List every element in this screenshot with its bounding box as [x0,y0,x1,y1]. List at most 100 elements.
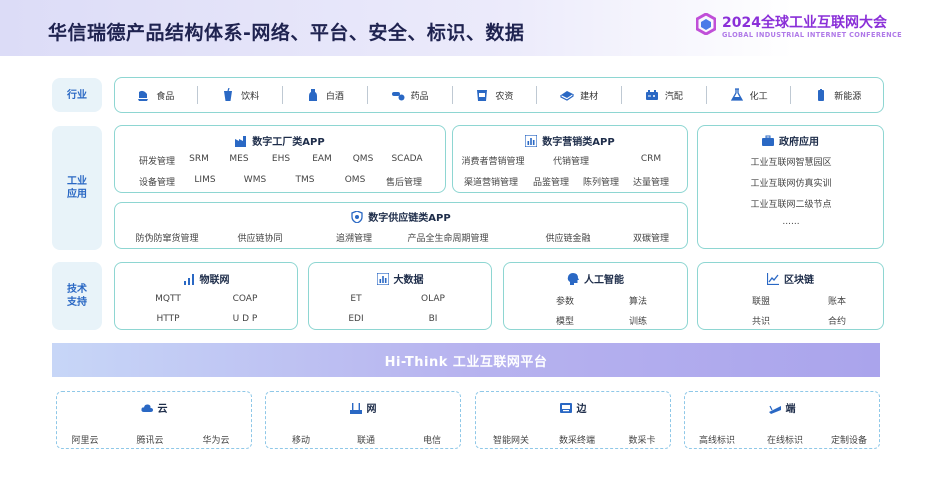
ai-card: 人工智能 参数 算法 模型 训练 [503,262,688,330]
blockchain-card: 区块链 联盟 账本 共识 合约 [697,262,884,330]
tech-cell: EDI [348,314,364,324]
industry-item-auto-parts: 汽配 [645,88,683,102]
bigdata-card: 大数据 ET OLAP EDI BI [308,262,492,330]
new-energy-icon [818,89,825,101]
infra-cell: 阿里云 [71,436,99,446]
card-title: 政府应用 [698,133,883,148]
tech-cell: 训练 [628,317,648,327]
bar-chart-icon [525,134,538,147]
row-label-apps: 工业 应用 [52,126,102,250]
app-cell: 研发管理 [138,157,176,167]
app-cell: 设备管理 [138,178,176,188]
marketing-app-card: 数字营销类APP 消费者营销管理 代销管理 CRM 渠道营销管理 品鉴管理 陈列… [452,125,688,193]
drink-icon [224,88,233,101]
app-cell: 工业互联网智慧园区 [750,158,832,168]
infra-cell: 电信 [422,436,442,446]
bar-chart-icon [376,272,389,285]
platform-label: Hi-Think 工业互联网平台 [384,354,548,370]
app-cell: 供应链协同 [237,234,283,244]
page-title: 华信瑞德产品结构体系-网络、平台、安全、标识、数据 [48,22,525,44]
chemical-icon [730,88,743,101]
government-app-card: 政府应用 工业互联网智慧园区 工业互联网仿真实训 工业互联网二级节点 .....… [697,125,884,249]
card-title: 区块链 [698,271,883,286]
row-label-text: 技术 [67,284,87,295]
tech-cell: OLAP [421,294,445,304]
agriculture-icon [477,90,488,101]
infra-cell: 数采卡 [628,436,656,446]
terminal-card: 端 高线标识 在线标识 定制设备 [684,391,880,449]
card-title: 数字营销类APP [453,133,687,148]
divider [620,86,622,104]
divider [282,86,284,104]
tech-cell: U D P [232,314,258,324]
liquor-icon [308,89,317,101]
conference-title: 2024全球工业互联网大会 [722,15,887,31]
divider [451,86,453,104]
antenna-icon [349,402,362,414]
app-cell: 产品全生命周期管理 [407,234,489,244]
platform-bar: Hi-Think 工业互联网平台 [52,343,880,377]
signal-icon [183,273,194,285]
app-cell: SCADA [391,154,423,164]
tech-cell: COAP [232,294,258,304]
app-cell: QMS [352,154,374,164]
factory-icon [235,135,247,147]
scanner-icon [768,405,781,414]
industry-item-liquor: 白酒 [306,88,344,102]
industry-item-food: 食品 [136,88,174,102]
app-cell: 售后管理 [385,178,423,188]
tech-cell: 参数 [555,297,575,307]
app-cell: SRM [189,154,209,164]
divider [705,86,707,104]
industry-item-medicine: 药品 [391,88,429,102]
infra-cell: 移动 [291,436,311,446]
industry-item-chemical: 化工 [730,88,768,102]
card-title: 边 [476,400,670,415]
app-cell: MES [229,154,249,164]
app-cell: 工业互联网二级节点 [750,200,832,210]
row-label-text: 工业 [67,176,87,187]
infra-cell: 联通 [356,436,376,446]
app-cell: 陈列管理 [582,178,620,188]
app-cell: 工业互联网仿真实训 [750,179,832,189]
row-label-industry: 行业 [52,78,102,112]
food-icon [138,90,149,101]
app-cell: 供应链金融 [545,234,591,244]
tech-cell: BI [428,314,438,324]
infra-cell: 定制设备 [830,436,868,446]
conference-subtitle: GLOBAL INDUSTRIAL INTERNET CONFERENCE [722,31,903,39]
infra-cell: 腾讯云 [136,436,164,446]
tech-cell: MQTT [155,294,181,304]
edge-card: 边 智能网关 数采终端 数采卡 [475,391,671,449]
network-card: 网 移动 联通 电信 [265,391,461,449]
app-cell: CRM [640,154,662,164]
infra-cell: 在线标识 [766,436,804,446]
tech-cell: 共识 [751,317,771,327]
app-cell: 双碳管理 [632,234,670,244]
app-cell: 代销管理 [552,157,590,167]
factory-app-card: 数字工厂类APP 研发管理 SRM MES EHS EAM QMS SCADA … [114,125,446,193]
card-title: 云 [57,400,251,415]
cloud-card: 云 阿里云 腾讯云 华为云 [56,391,252,449]
app-cell: OMS [344,175,366,185]
cloud-icon [140,403,153,412]
line-chart-icon [767,272,779,285]
divider [536,86,538,104]
app-cell: EAM [312,154,332,164]
app-cell: ...... [782,217,800,227]
brain-icon [567,272,579,285]
infra-cell: 高线标识 [698,436,736,446]
building-material-icon [560,91,574,101]
card-title: 数字工厂类APP [115,133,445,148]
card-title: 网 [266,400,460,415]
infra-cell: 华为云 [202,436,230,446]
divider [197,86,199,104]
industry-item-new-energy: 新能源 [814,88,861,102]
card-title: 数字供应链类APP [115,209,687,224]
divider [790,86,792,104]
card-title: 物联网 [115,271,297,286]
iot-card: 物联网 MQTT COAP HTTP U D P [114,262,298,330]
infra-cell: 智能网关 [492,436,530,446]
industry-card: 食品 饮料 白酒 药品 农资 建材 汽配 化工 新能源 [114,77,884,113]
row-label-text: 支持 [67,297,87,308]
